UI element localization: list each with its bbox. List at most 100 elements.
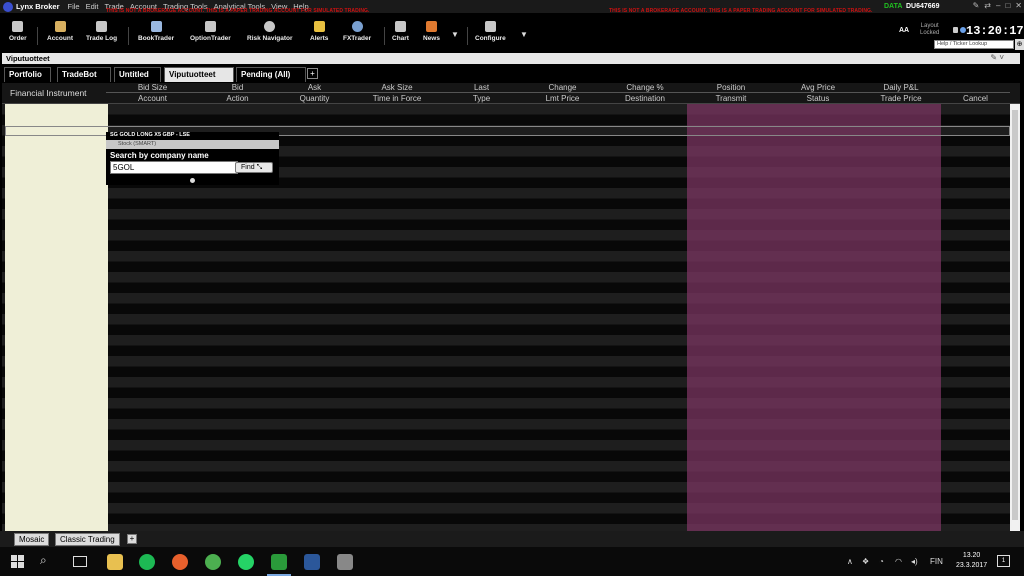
- font-size-button[interactable]: AA: [899, 27, 909, 34]
- col-cancel[interactable]: Cancel: [941, 94, 1010, 104]
- toolbar-more-arrow-icon[interactable]: ▼: [451, 30, 459, 39]
- col-ask-size[interactable]: Ask Size: [353, 83, 441, 93]
- ticker-lookup-button[interactable]: ⊕: [1015, 39, 1024, 50]
- scroll-thumb[interactable]: [1012, 110, 1018, 520]
- fxtrader-icon: [351, 21, 363, 32]
- tab-untitled[interactable]: Untitled: [114, 67, 161, 82]
- tab-tradebot[interactable]: TradeBot: [57, 67, 111, 82]
- ticker-lookup-input[interactable]: Help / Ticker Lookup: [934, 40, 1014, 49]
- tab-pending-all[interactable]: Pending (All): [236, 67, 306, 82]
- configure-arrow-icon[interactable]: ▼: [520, 30, 528, 39]
- language-indicator[interactable]: FIN: [930, 557, 943, 566]
- word-icon[interactable]: [304, 554, 320, 570]
- lock-icon[interactable]: [953, 27, 958, 33]
- link-icon[interactable]: ⇄: [984, 1, 991, 10]
- system-clock[interactable]: 13.20 23.3.2017: [956, 551, 987, 571]
- col-quantity[interactable]: Quantity: [276, 94, 353, 104]
- order-button[interactable]: Order: [9, 21, 27, 42]
- volume-icon[interactable]: ◂): [911, 557, 918, 566]
- whatsapp-icon[interactable]: [238, 554, 254, 570]
- col-change-pct[interactable]: Change %: [603, 83, 687, 93]
- booktrader-button[interactable]: BookTrader: [138, 21, 174, 42]
- toolbar-separator: [37, 27, 38, 45]
- news-button[interactable]: News: [423, 21, 440, 42]
- dropbox-icon[interactable]: ❖: [862, 557, 869, 566]
- chrome-icon[interactable]: [205, 554, 221, 570]
- layout-locked-status[interactable]: Layout Locked: [920, 23, 939, 37]
- minimize-icon[interactable]: –: [996, 1, 1000, 10]
- col-avg-price[interactable]: Avg Price: [775, 83, 861, 93]
- spotify-icon[interactable]: [139, 554, 155, 570]
- file-explorer-icon[interactable]: [107, 554, 123, 570]
- col-position[interactable]: Position: [687, 83, 775, 93]
- col-last[interactable]: Last: [441, 83, 522, 93]
- col-bid[interactable]: Bid: [199, 83, 276, 93]
- news-label: News: [423, 35, 440, 42]
- task-view-icon[interactable]: [73, 556, 87, 567]
- news-icon: [425, 21, 437, 32]
- instrument-type[interactable]: Stock (SMART): [106, 140, 279, 149]
- col-lmt-price[interactable]: Lmt Price: [522, 94, 603, 104]
- account-button[interactable]: Account: [47, 21, 73, 42]
- col-change[interactable]: Change: [522, 83, 603, 93]
- lynx-icon[interactable]: [267, 554, 291, 576]
- col-trade-price[interactable]: Trade Price: [861, 94, 941, 104]
- col-status[interactable]: Status: [775, 94, 861, 104]
- wifi-icon[interactable]: ◠: [895, 557, 902, 566]
- search-icon[interactable]: ⌕: [40, 553, 47, 568]
- page-tabs: Portfolio TradeBot Untitled Viputuotteet…: [2, 65, 1020, 82]
- chart-button[interactable]: Chart: [392, 21, 409, 42]
- optiontrader-button[interactable]: OptionTrader: [190, 21, 231, 42]
- col-blank: [941, 83, 1010, 93]
- menu-edit[interactable]: Edit: [86, 2, 99, 11]
- tab-mosaic[interactable]: Mosaic: [14, 533, 50, 546]
- tray-expand-icon[interactable]: ∧: [847, 557, 853, 566]
- col-type[interactable]: Type: [441, 94, 522, 104]
- maximize-icon[interactable]: □: [1005, 1, 1010, 10]
- find-button[interactable]: Find ⤡: [235, 162, 273, 173]
- col-transmit[interactable]: Transmit: [687, 94, 775, 104]
- order-icon: [12, 21, 24, 32]
- optiontrader-icon: [204, 21, 216, 32]
- trade-log-label: Trade Log: [86, 35, 118, 42]
- company-search-input[interactable]: 5GOL: [110, 161, 238, 174]
- trade-log-button[interactable]: Trade Log: [86, 21, 117, 42]
- instrument-name[interactable]: SG GOLD LONG X5 GBP - LSE: [110, 132, 190, 138]
- close-icon[interactable]: ✕: [1015, 1, 1022, 10]
- col-account[interactable]: Account: [106, 94, 199, 104]
- photos-icon[interactable]: [337, 554, 353, 570]
- clock: 13:20:17: [966, 24, 1024, 38]
- tab-viputuotteet[interactable]: Viputuotteet: [164, 67, 234, 82]
- tab-classic-trading[interactable]: Classic Trading: [55, 533, 120, 546]
- configure-button[interactable]: Configure: [475, 21, 506, 42]
- pin-icon[interactable]: ✎: [973, 1, 980, 10]
- resize-dot-icon[interactable]: [190, 178, 195, 183]
- col-bid-size[interactable]: Bid Size: [106, 83, 199, 93]
- add-tab-button[interactable]: +: [307, 68, 318, 79]
- col-time-in-force[interactable]: Time in Force: [353, 94, 441, 104]
- add-layout-button[interactable]: +: [127, 534, 137, 544]
- sync-icon[interactable]: ◔: [879, 557, 884, 566]
- vertical-scrollbar[interactable]: [1010, 104, 1020, 531]
- tab-portfolio[interactable]: Portfolio: [4, 67, 51, 82]
- window-settings-icon[interactable]: ✎ ˅: [990, 53, 1004, 62]
- col-daily-pnl[interactable]: Daily P&L: [861, 83, 941, 93]
- window-title: Viputuotteet: [6, 54, 50, 63]
- financial-instrument-header[interactable]: Financial Instrument: [5, 83, 108, 104]
- trade-log-icon: [96, 21, 108, 32]
- financial-instrument-column[interactable]: [5, 104, 108, 531]
- notifications-icon[interactable]: 1: [997, 555, 1010, 567]
- booktrader-icon: [150, 21, 162, 32]
- alerts-button[interactable]: Alerts: [310, 21, 328, 42]
- windows-start-icon[interactable]: [11, 555, 24, 568]
- menu-file[interactable]: File: [68, 2, 80, 11]
- risk-navigator-button[interactable]: Risk Navigator: [247, 21, 293, 42]
- risk-navigator-icon: [264, 21, 276, 32]
- layout-tabs-bar: Mosaic Classic Trading +: [0, 531, 1024, 547]
- search-icon: ⤡: [256, 164, 263, 171]
- fxtrader-button[interactable]: FXTrader: [343, 21, 371, 42]
- col-action[interactable]: Action: [199, 94, 276, 104]
- col-destination[interactable]: Destination: [603, 94, 687, 104]
- col-ask[interactable]: Ask: [276, 83, 353, 93]
- firefox-icon[interactable]: [172, 554, 188, 570]
